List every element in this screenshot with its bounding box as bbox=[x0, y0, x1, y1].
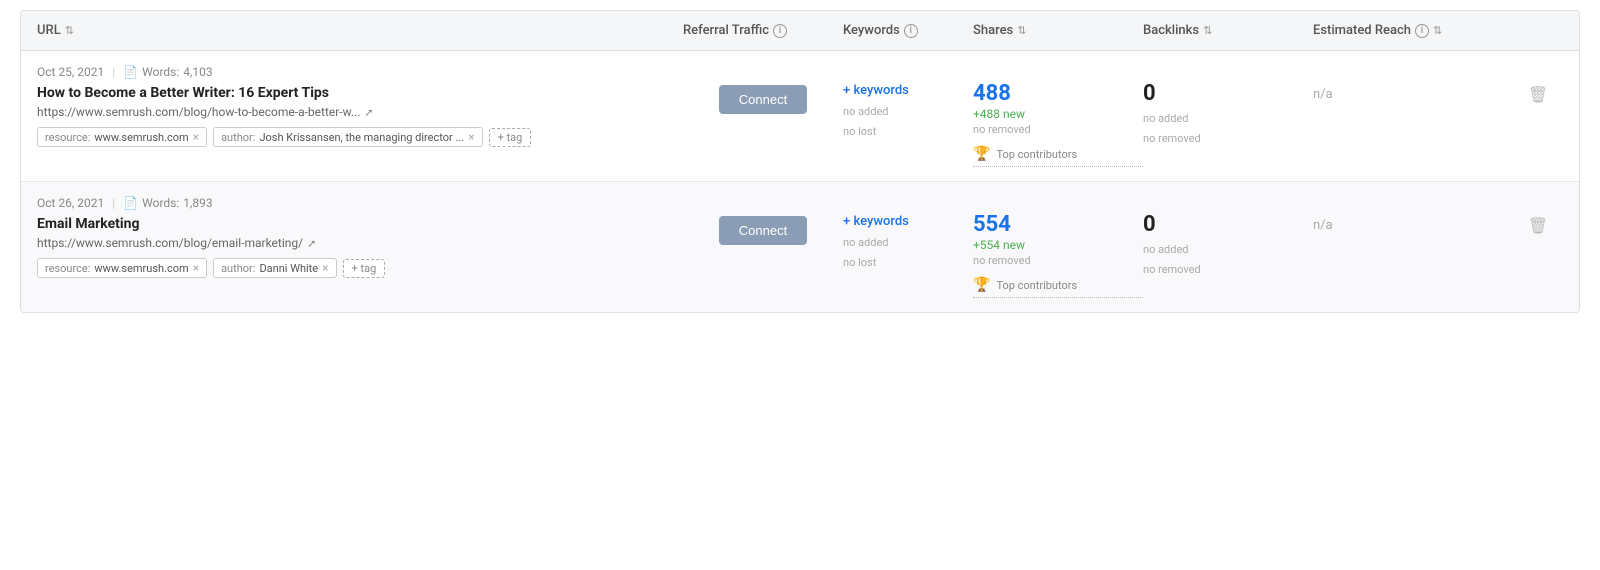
keywords-cell-2: + keywords no added no lost bbox=[843, 196, 973, 273]
delete-button-1[interactable]: 🗑 bbox=[1528, 85, 1548, 105]
col-keywords-info-icon[interactable]: i bbox=[904, 24, 918, 38]
backlinks-count-2: 0 bbox=[1143, 214, 1313, 236]
tags-row-1: resource: www.semrush.com × author: Josh… bbox=[37, 127, 683, 147]
tag-author-2: author: Danni White × bbox=[213, 258, 336, 278]
backlinks-cell-1: 0 no added no removed bbox=[1143, 65, 1313, 149]
col-shares-sort-icon[interactable]: ⇅ bbox=[1017, 24, 1026, 37]
backlinks-no-removed-1: no removed bbox=[1143, 129, 1313, 149]
tags-row-2: resource: www.semrush.com × author: Dann… bbox=[37, 258, 683, 278]
col-backlinks: Backlinks ⇅ bbox=[1143, 23, 1313, 38]
keywords-add-2[interactable]: + keywords bbox=[843, 214, 973, 229]
kw-no-added-2: no added bbox=[843, 233, 973, 253]
url-cell-1: Oct 25, 2021 | 📄 Words: 4,103 How to Bec… bbox=[37, 65, 683, 147]
row-date-2: Oct 26, 2021 bbox=[37, 196, 104, 210]
col-url-label: URL bbox=[37, 23, 61, 38]
col-reach-info-icon[interactable]: i bbox=[1415, 24, 1429, 38]
delete-cell-1: 🗑 bbox=[1513, 65, 1563, 105]
top-contributors-2[interactable]: 🏆 Top contributors bbox=[973, 277, 1143, 298]
col-reach-label: Estimated Reach bbox=[1313, 23, 1411, 38]
col-keywords-label: Keywords bbox=[843, 23, 900, 38]
tag-resource-remove-1[interactable]: × bbox=[193, 130, 199, 144]
tag-resource-remove-2[interactable]: × bbox=[193, 261, 199, 275]
shares-count-2: 554 bbox=[973, 214, 1143, 236]
shares-new-1: +488 new bbox=[973, 107, 1143, 121]
col-referral-info-icon[interactable]: i bbox=[773, 24, 787, 38]
col-url: URL ⇅ bbox=[37, 23, 683, 38]
table-row: Oct 25, 2021 | 📄 Words: 4,103 How to Bec… bbox=[21, 51, 1579, 182]
backlinks-no-removed-2: no removed bbox=[1143, 260, 1313, 280]
table-row: Oct 26, 2021 | 📄 Words: 1,893 Email Mark… bbox=[21, 182, 1579, 312]
delete-button-2[interactable]: 🗑 bbox=[1528, 216, 1548, 236]
connect-cell-1: Connect bbox=[683, 65, 843, 114]
article-title-1: How to Become a Better Writer: 16 Expert… bbox=[37, 85, 683, 101]
content-table: URL ⇅ Referral Traffic i Keywords i Shar… bbox=[20, 10, 1580, 313]
article-title-2: Email Marketing bbox=[37, 216, 683, 232]
col-backlinks-label: Backlinks bbox=[1143, 23, 1199, 38]
backlinks-count-1: 0 bbox=[1143, 83, 1313, 105]
col-url-sort-icon[interactable]: ⇅ bbox=[65, 24, 74, 37]
col-backlinks-sort-icon[interactable]: ⇅ bbox=[1203, 24, 1212, 37]
shares-cell-2: 554 +554 new no removed 🏆 Top contributo… bbox=[973, 196, 1143, 298]
reach-value-1: n/a bbox=[1313, 87, 1333, 102]
shares-cell-1: 488 +488 new no removed 🏆 Top contributo… bbox=[973, 65, 1143, 167]
tag-resource-1: resource: www.semrush.com × bbox=[37, 127, 207, 147]
kw-no-added-1: no added bbox=[843, 102, 973, 122]
col-reach-sort-icon[interactable]: ⇅ bbox=[1433, 24, 1442, 37]
kw-no-lost-1: no lost bbox=[843, 122, 973, 142]
col-reach: Estimated Reach i ⇅ bbox=[1313, 23, 1513, 38]
article-url-1[interactable]: https://www.semrush.com/blog/how-to-beco… bbox=[37, 105, 683, 119]
col-referral-label: Referral Traffic bbox=[683, 23, 769, 38]
row-meta-2: Oct 26, 2021 | 📄 Words: 1,893 bbox=[37, 196, 683, 210]
tag-author-remove-2[interactable]: × bbox=[322, 261, 328, 275]
col-shares: Shares ⇅ bbox=[973, 23, 1143, 38]
backlinks-no-added-1: no added bbox=[1143, 109, 1313, 129]
tag-author-remove-1[interactable]: × bbox=[468, 130, 474, 144]
row-words-2: 📄 Words: 1,893 bbox=[123, 196, 212, 210]
connect-cell-2: Connect bbox=[683, 196, 843, 245]
add-tag-1[interactable]: + tag bbox=[489, 128, 532, 147]
col-shares-label: Shares bbox=[973, 23, 1013, 38]
col-referral: Referral Traffic i bbox=[683, 23, 843, 38]
shares-no-removed-1: no removed bbox=[973, 123, 1143, 136]
connect-button-1[interactable]: Connect bbox=[719, 85, 807, 114]
shares-no-removed-2: no removed bbox=[973, 254, 1143, 267]
reach-value-2: n/a bbox=[1313, 218, 1333, 233]
col-keywords: Keywords i bbox=[843, 23, 973, 38]
backlinks-cell-2: 0 no added no removed bbox=[1143, 196, 1313, 280]
reach-cell-2: n/a bbox=[1313, 196, 1513, 233]
tag-resource-2: resource: www.semrush.com × bbox=[37, 258, 207, 278]
article-url-2[interactable]: https://www.semrush.com/blog/email-marke… bbox=[37, 236, 683, 250]
row-meta-1: Oct 25, 2021 | 📄 Words: 4,103 bbox=[37, 65, 683, 79]
trophy-icon-1: 🏆 bbox=[973, 146, 990, 162]
delete-cell-2: 🗑 bbox=[1513, 196, 1563, 236]
doc-icon-2: 📄 bbox=[123, 196, 138, 210]
shares-count-1: 488 bbox=[973, 83, 1143, 105]
connect-button-2[interactable]: Connect bbox=[719, 216, 807, 245]
top-contributors-1[interactable]: 🏆 Top contributors bbox=[973, 146, 1143, 167]
tag-author-1: author: Josh Krissansen, the managing di… bbox=[213, 127, 483, 147]
shares-new-2: +554 new bbox=[973, 238, 1143, 252]
row-words-1: 📄 Words: 4,103 bbox=[123, 65, 212, 79]
ext-link-icon-1: ➚ bbox=[364, 106, 373, 119]
top-contributors-label-2: Top contributors bbox=[996, 279, 1077, 292]
url-cell-2: Oct 26, 2021 | 📄 Words: 1,893 Email Mark… bbox=[37, 196, 683, 278]
backlinks-no-added-2: no added bbox=[1143, 240, 1313, 260]
keywords-add-1[interactable]: + keywords bbox=[843, 83, 973, 98]
doc-icon-1: 📄 bbox=[123, 65, 138, 79]
kw-no-lost-2: no lost bbox=[843, 253, 973, 273]
trophy-icon-2: 🏆 bbox=[973, 277, 990, 293]
add-tag-2[interactable]: + tag bbox=[343, 259, 386, 278]
table-header: URL ⇅ Referral Traffic i Keywords i Shar… bbox=[21, 11, 1579, 51]
keywords-cell-1: + keywords no added no lost bbox=[843, 65, 973, 142]
row-date-1: Oct 25, 2021 bbox=[37, 65, 104, 79]
ext-link-icon-2: ➚ bbox=[307, 237, 316, 250]
top-contributors-label-1: Top contributors bbox=[996, 148, 1077, 161]
reach-cell-1: n/a bbox=[1313, 65, 1513, 102]
